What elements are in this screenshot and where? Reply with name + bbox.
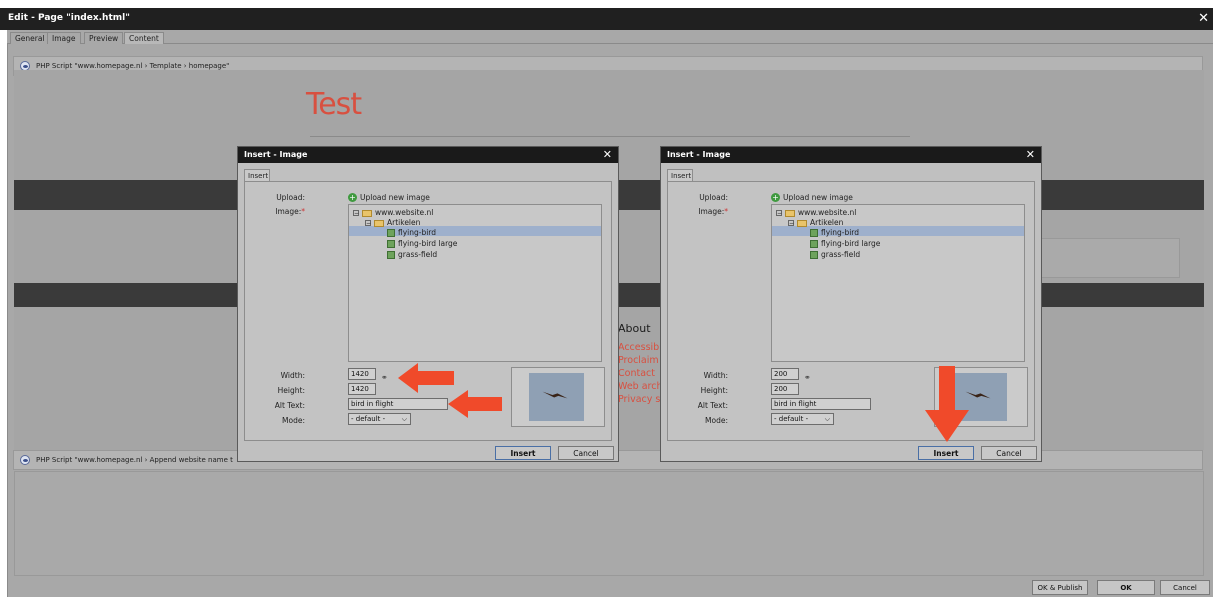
tree-node-root[interactable]: − www.website.nl bbox=[776, 208, 856, 217]
mode-select[interactable]: - default - ⌵ bbox=[771, 413, 834, 425]
close-icon[interactable]: ✕ bbox=[1026, 148, 1035, 161]
bird-image bbox=[542, 391, 568, 399]
link-icon[interactable]: ⚭ bbox=[804, 373, 811, 382]
dialog-panel: Upload: + Upload new image Image:* − www.w… bbox=[244, 181, 612, 441]
about-heading: About bbox=[618, 322, 651, 335]
upload-label: Upload: bbox=[276, 193, 305, 202]
image-preview bbox=[511, 367, 605, 427]
chevron-down-icon: ⌵ bbox=[401, 415, 407, 423]
tree-node-folder[interactable]: − Artikelen bbox=[365, 218, 420, 227]
height-label: Height: bbox=[700, 386, 728, 395]
mode-label: Mode: bbox=[705, 416, 728, 425]
height-input[interactable]: 200 bbox=[771, 383, 799, 395]
ok-publish-button[interactable]: OK & Publish bbox=[1032, 580, 1088, 595]
folder-icon bbox=[374, 219, 384, 227]
dialog-title: Insert - Image bbox=[244, 150, 308, 159]
image-icon bbox=[387, 251, 395, 259]
alt-text-label: Alt Text: bbox=[274, 401, 305, 410]
page-heading: Test bbox=[306, 87, 362, 122]
footer-link[interactable]: Contact bbox=[618, 368, 655, 379]
close-icon[interactable]: ✕ bbox=[1198, 11, 1209, 26]
arrow-down-annotation bbox=[925, 366, 969, 442]
tab-content[interactable]: Content bbox=[124, 32, 164, 44]
tree-node-file[interactable]: flying-bird bbox=[387, 228, 436, 237]
folder-icon bbox=[362, 209, 372, 217]
footer-link[interactable]: Web arch bbox=[618, 381, 663, 392]
link-icon[interactable]: ⚭ bbox=[381, 373, 388, 382]
arrow-left-annotation bbox=[448, 390, 502, 418]
image-icon bbox=[387, 229, 395, 237]
dialog-panel: Upload: + Upload new image Image:* − www.w… bbox=[667, 181, 1035, 441]
height-input[interactable]: 1420 bbox=[348, 383, 376, 395]
php-script-label: PHP Script "www.homepage.nl › Append web… bbox=[36, 456, 233, 464]
cancel-button[interactable]: Cancel bbox=[558, 446, 614, 460]
width-label: Width: bbox=[280, 371, 305, 380]
chevron-down-icon: ⌵ bbox=[824, 415, 830, 423]
tree-node-file[interactable]: flying-bird bbox=[810, 228, 859, 237]
content-block bbox=[1040, 238, 1180, 278]
cancel-button[interactable]: Cancel bbox=[981, 446, 1037, 460]
upload-link-label: Upload new image bbox=[783, 193, 853, 202]
insert-image-dialog: Insert - Image ✕ Insert Upload: + Upload … bbox=[237, 146, 619, 462]
folder-icon bbox=[785, 209, 795, 217]
dialog-header: Insert - Image ✕ bbox=[238, 147, 618, 163]
ok-button[interactable]: OK bbox=[1097, 580, 1155, 595]
content-area-lower bbox=[14, 471, 1204, 576]
plus-icon: + bbox=[771, 193, 780, 202]
mode-label: Mode: bbox=[282, 416, 305, 425]
close-icon[interactable]: ✕ bbox=[603, 148, 612, 161]
tree-node-file[interactable]: grass-field bbox=[387, 250, 437, 259]
tree-node-file[interactable]: flying-bird large bbox=[387, 239, 457, 248]
dialog-header: Insert - Image ✕ bbox=[661, 147, 1041, 163]
cancel-button[interactable]: Cancel bbox=[1160, 580, 1210, 595]
tab-image[interactable]: Image bbox=[47, 32, 81, 44]
arrow-left-annotation bbox=[398, 363, 454, 393]
image-label: Image:* bbox=[698, 207, 728, 216]
divider bbox=[310, 136, 910, 137]
image-tree[interactable]: − www.website.nl − Artikelen flying-bird f… bbox=[771, 204, 1025, 362]
tree-node-folder[interactable]: − Artikelen bbox=[788, 218, 843, 227]
folder-icon bbox=[797, 219, 807, 227]
image-tree[interactable]: − www.website.nl − Artikelen flying-bird f… bbox=[348, 204, 602, 362]
tree-node-file[interactable]: flying-bird large bbox=[810, 239, 880, 248]
tree-node-root[interactable]: − www.website.nl bbox=[353, 208, 433, 217]
footer-link[interactable]: Accessibi bbox=[618, 342, 662, 353]
tab-bar: General Image Preview Content bbox=[7, 30, 1213, 44]
mode-select[interactable]: - default - ⌵ bbox=[348, 413, 411, 425]
alt-text-input[interactable]: bird in flight bbox=[348, 398, 448, 410]
width-input[interactable]: 1420 bbox=[348, 368, 376, 380]
upload-label: Upload: bbox=[699, 193, 728, 202]
plus-icon: + bbox=[348, 193, 357, 202]
tab-general[interactable]: General bbox=[10, 32, 50, 44]
insert-button[interactable]: Insert bbox=[495, 446, 551, 460]
alt-text-label: Alt Text: bbox=[697, 401, 728, 410]
image-icon bbox=[810, 251, 818, 259]
image-label: Image:* bbox=[275, 207, 305, 216]
image-icon bbox=[810, 229, 818, 237]
height-label: Height: bbox=[277, 386, 305, 395]
eye-icon bbox=[20, 455, 30, 465]
width-label: Width: bbox=[703, 371, 728, 380]
window-title: Edit - Page "index.html" bbox=[8, 13, 130, 23]
tree-node-file[interactable]: grass-field bbox=[810, 250, 860, 259]
insert-image-dialog: Insert - Image ✕ Insert Upload: + Upload … bbox=[660, 146, 1042, 462]
window-titlebar: Edit - Page "index.html" ✕ bbox=[0, 8, 1213, 30]
image-icon bbox=[810, 240, 818, 248]
preview-photo bbox=[529, 373, 584, 421]
width-input[interactable]: 200 bbox=[771, 368, 799, 380]
php-script-label: PHP Script "www.homepage.nl › Template ›… bbox=[36, 62, 230, 70]
upload-new-image-link[interactable]: + Upload new image bbox=[348, 193, 430, 202]
upload-link-label: Upload new image bbox=[360, 193, 430, 202]
alt-text-input[interactable]: bird in flight bbox=[771, 398, 871, 410]
insert-button[interactable]: Insert bbox=[918, 446, 974, 460]
tab-preview[interactable]: Preview bbox=[84, 32, 124, 44]
footer-link[interactable]: Proclaim bbox=[618, 355, 659, 366]
image-icon bbox=[387, 240, 395, 248]
footer-link[interactable]: Privacy s bbox=[618, 394, 660, 405]
dialog-title: Insert - Image bbox=[667, 150, 731, 159]
upload-new-image-link[interactable]: + Upload new image bbox=[771, 193, 853, 202]
